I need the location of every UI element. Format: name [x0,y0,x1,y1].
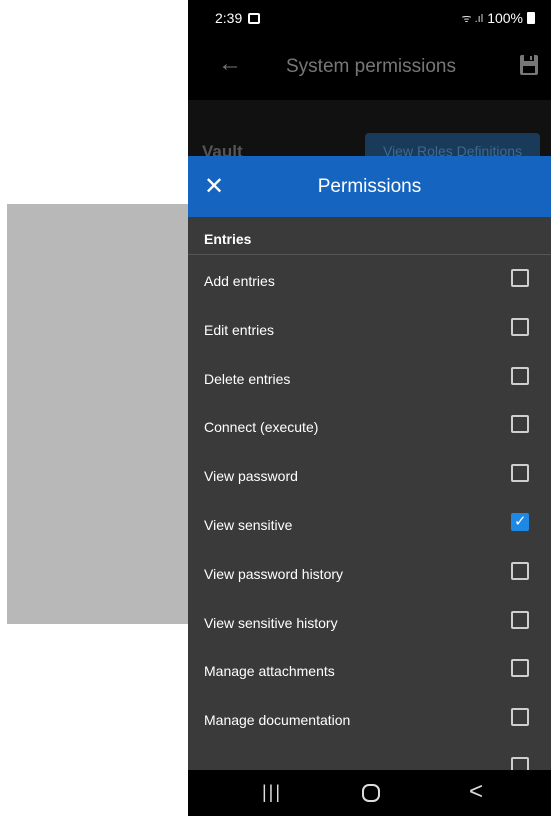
page-title: System permissions [286,56,456,77]
recent-apps-icon[interactable]: ||| [262,782,282,803]
permission-checkbox[interactable] [511,415,529,434]
permission-row-delete-entries[interactable]: Delete entries [188,353,551,402]
permission-row-partial [188,743,551,770]
checkmark-icon: ✓ [514,512,527,530]
permission-checkbox[interactable]: ✓ [511,512,529,531]
status-time: 2:39 [215,10,243,26]
permission-checkbox[interactable] [511,708,529,727]
permission-row-view-sensitive[interactable]: View sensitive ✓ [188,499,551,548]
permission-checkbox[interactable] [511,659,529,678]
system-nav-bar: ||| < [188,770,551,816]
permission-checkbox[interactable] [511,756,529,770]
permission-row-manage-documentation[interactable]: Manage documentation [188,694,551,743]
section-header-entries: Entries [188,217,551,255]
permissions-list: Entries Add entries Edit entries Delete … [188,217,551,770]
permission-label: Manage attachments [204,663,335,680]
permission-checkbox[interactable] [511,317,529,336]
permission-row-manage-attachments[interactable]: Manage attachments [188,645,551,694]
permission-checkbox[interactable] [511,366,529,385]
permission-row-edit-entries[interactable]: Edit entries [188,304,551,353]
permission-label: View sensitive [204,516,293,533]
permission-label: Connect (execute) [204,419,319,436]
status-indicators: ⁠ᯤ .ıl 100% [462,10,535,26]
permission-label: Delete entries [204,370,291,387]
permission-label: Add entries [204,273,275,289]
back-arrow-icon[interactable]: ← [218,50,242,78]
permission-row-view-sensitive-history[interactable]: View sensitive history [188,597,551,646]
modal-header: ✕ Permissions [188,156,551,217]
home-icon[interactable] [362,784,380,802]
status-bar: 2:39 ⁠ᯤ .ıl 100% [188,8,551,32]
permission-label: Manage documentation [204,712,351,729]
permission-checkbox[interactable] [511,610,529,629]
phone-screen: 2:39 ⁠ᯤ .ıl 100% ← System permissions Va… [188,0,551,816]
permission-checkbox[interactable] [511,464,529,483]
app-bar: ← System permissions [188,40,551,96]
permission-row-view-password-history[interactable]: View password history [188,548,551,597]
permission-checkbox[interactable] [511,561,529,580]
battery-percent: 100% [487,10,523,26]
image-notification-icon [248,13,260,24]
permission-label: View sensitive history [204,614,338,631]
background-panel [7,204,188,624]
modal-title: Permissions [317,176,422,197]
permission-label: View password history [204,565,344,582]
battery-icon [527,12,535,24]
permission-row-connect-execute[interactable]: Connect (execute) [188,401,551,450]
permission-row-view-password[interactable]: View password [188,450,551,499]
permission-row-add-entries[interactable]: Add entries [188,255,551,304]
wifi-signal-icon: ⁠ᯤ .ıl [461,12,484,25]
save-icon[interactable] [519,54,539,76]
permission-label: Edit entries [204,321,275,338]
permission-label: View password [204,468,298,485]
permission-checkbox[interactable] [511,269,529,287]
background-content: Vault View Roles Definitions [188,100,551,163]
back-icon[interactable]: < [469,778,483,806]
